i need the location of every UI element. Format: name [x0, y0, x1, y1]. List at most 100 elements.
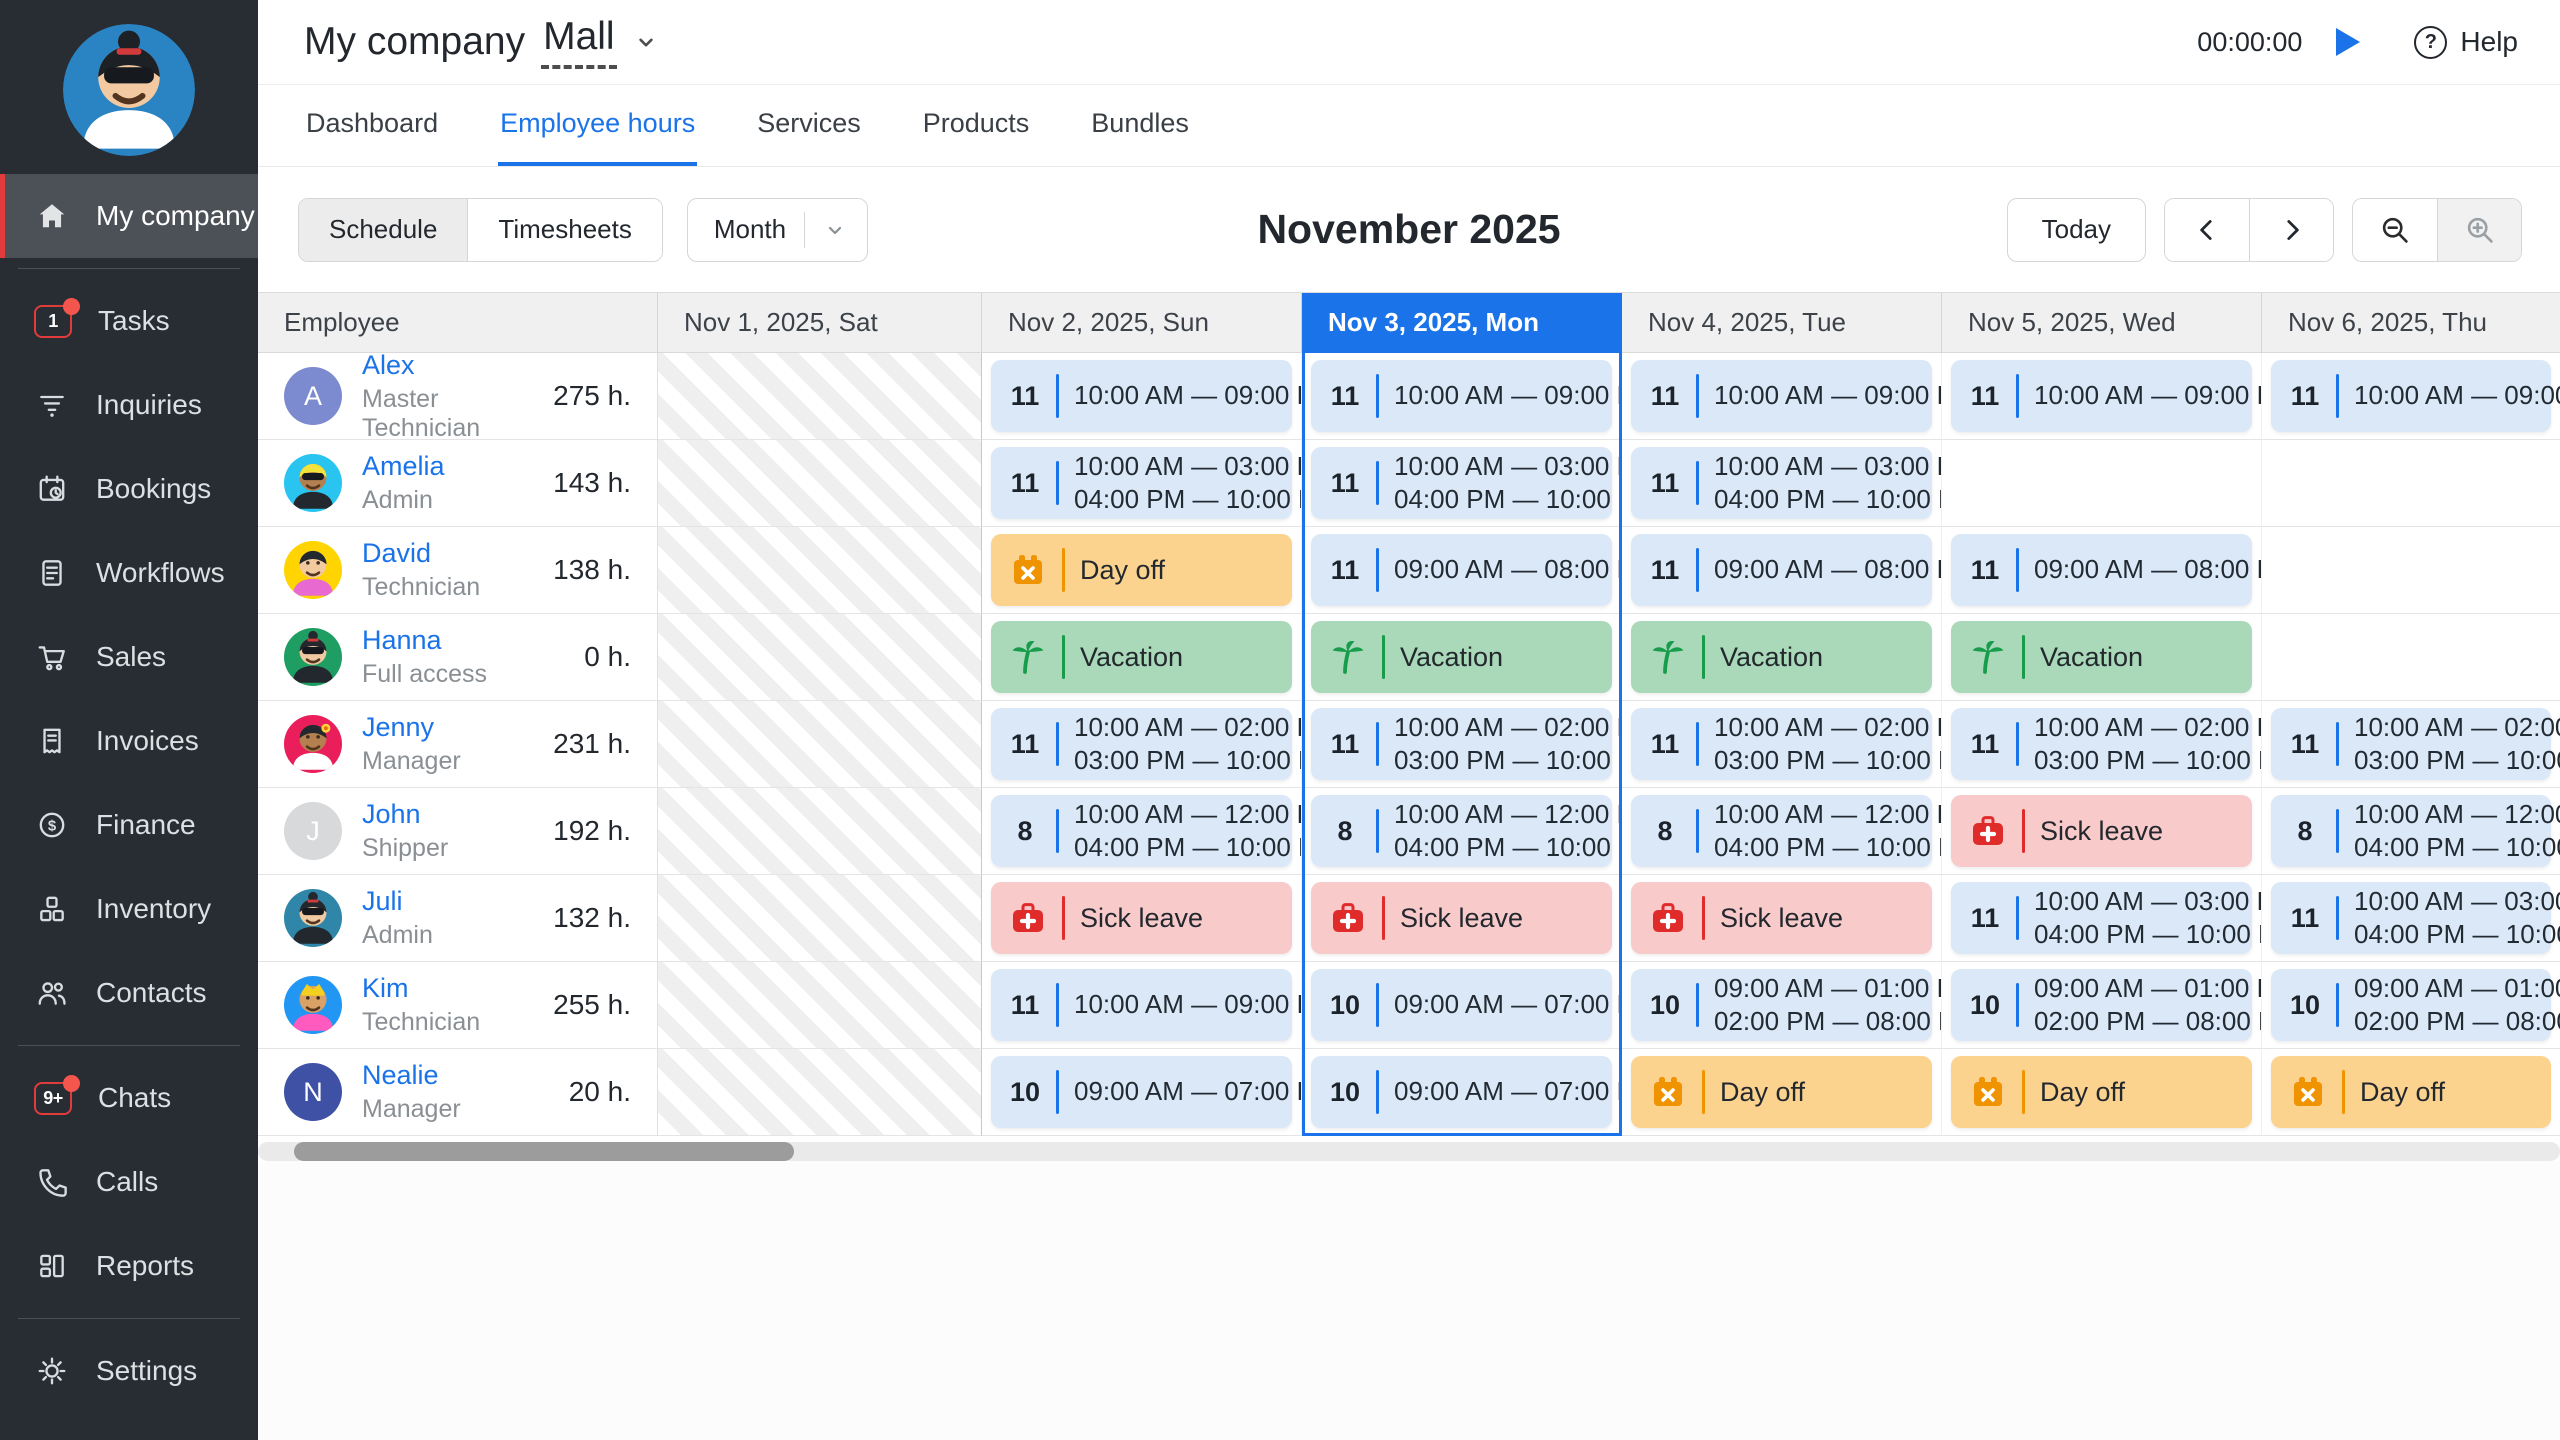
employee-name-link[interactable]: Alex — [362, 353, 533, 381]
sick-pill[interactable]: Sick leave — [1631, 882, 1932, 954]
sick-pill[interactable]: Sick leave — [1951, 795, 2252, 867]
schedule-cell[interactable]: 1110:00 AM — 02:00 PM03:00 PM — 10:00 PM — [2262, 701, 2560, 788]
sidebar-item-bookings[interactable]: Bookings — [0, 447, 258, 531]
tab-dashboard[interactable]: Dashboard — [304, 85, 440, 166]
period-select[interactable]: Month — [687, 198, 868, 262]
sidebar-item-contacts[interactable]: Contacts — [0, 951, 258, 1035]
schedule-cell[interactable]: Vacation — [1942, 614, 2262, 701]
schedule-cell[interactable]: Vacation — [1302, 614, 1622, 701]
tab-bundles[interactable]: Bundles — [1089, 85, 1191, 166]
sidebar-item-workflows[interactable]: Workflows — [0, 531, 258, 615]
next-period-button[interactable] — [2249, 199, 2333, 261]
shift-pill[interactable]: 1110:00 AM — 09:00 PM — [991, 360, 1292, 432]
column-header-day[interactable]: Nov 4, 2025, Tue — [1622, 293, 1942, 353]
sidebar-item-inventory[interactable]: Inventory — [0, 867, 258, 951]
employee-name-link[interactable]: Kim — [362, 973, 480, 1004]
schedule-cell[interactable]: Day off — [2262, 1049, 2560, 1136]
employee-name-link[interactable]: Jenny — [362, 712, 461, 743]
schedule-cell[interactable]: Sick leave — [1622, 875, 1942, 962]
view-segment-schedule[interactable]: Schedule — [299, 199, 467, 261]
shift-pill[interactable]: 810:00 AM — 12:00 PM04:00 PM — 10:00 PM — [1631, 795, 1932, 867]
schedule-cell[interactable]: 810:00 AM — 12:00 PM04:00 PM — 10:00 PM — [2262, 788, 2560, 875]
shift-pill[interactable]: 1110:00 AM — 02:00 PM03:00 PM — 10:00 PM — [2271, 708, 2551, 780]
schedule-cell[interactable]: Sick leave — [1942, 788, 2262, 875]
employee-name-link[interactable]: David — [362, 538, 480, 569]
vacation-pill[interactable]: Vacation — [991, 621, 1292, 693]
zoom-out-button[interactable] — [2353, 199, 2437, 261]
shift-pill[interactable]: 1110:00 AM — 03:00 PM04:00 PM — 10:00 PM — [991, 447, 1292, 519]
schedule-cell[interactable]: 1110:00 AM — 09:00 PM — [982, 962, 1302, 1049]
shift-pill[interactable]: 810:00 AM — 12:00 PM04:00 PM — 10:00 PM — [2271, 795, 2551, 867]
column-header-day[interactable]: Nov 1, 2025, Sat — [658, 293, 982, 353]
employee-name-link[interactable]: Juli — [362, 886, 433, 917]
shift-pill[interactable]: 1009:00 AM — 01:00 PM02:00 PM — 08:00 PM — [2271, 969, 2551, 1041]
sidebar-item-calls[interactable]: Calls — [0, 1140, 258, 1224]
schedule-cell[interactable]: 1110:00 AM — 03:00 PM04:00 PM — 10:00 PM — [982, 440, 1302, 527]
schedule-cell[interactable]: 1109:00 AM — 08:00 PM — [1942, 527, 2262, 614]
shift-pill[interactable]: 1109:00 AM — 08:00 PM — [1311, 534, 1612, 606]
shift-pill[interactable]: 1009:00 AM — 07:00 PM — [1311, 969, 1612, 1041]
workspace-switcher[interactable]: My company Mall — [304, 15, 659, 69]
schedule-cell[interactable]: 1109:00 AM — 08:00 PM — [1302, 527, 1622, 614]
schedule-cell[interactable]: 1110:00 AM — 02:00 PM03:00 PM — 10:00 PM — [1302, 701, 1622, 788]
shift-pill[interactable]: 1110:00 AM — 09:00 PM — [2271, 360, 2551, 432]
schedule-cell[interactable]: 1110:00 AM — 02:00 PM03:00 PM — 10:00 PM — [1942, 701, 2262, 788]
shift-pill[interactable]: 1110:00 AM — 03:00 PM04:00 PM — 10:00 PM — [1951, 882, 2252, 954]
schedule-cell[interactable]: 1009:00 AM — 07:00 PM — [1302, 962, 1622, 1049]
schedule-cell[interactable]: 1110:00 AM — 02:00 PM03:00 PM — 10:00 PM — [982, 701, 1302, 788]
shift-pill[interactable]: 1109:00 AM — 08:00 PM — [1951, 534, 2252, 606]
shift-pill[interactable]: 1110:00 AM — 03:00 PM04:00 PM — 10:00 PM — [2271, 882, 2551, 954]
view-segment-timesheets[interactable]: Timesheets — [467, 199, 661, 261]
schedule-cell[interactable]: 1110:00 AM — 02:00 PM03:00 PM — 10:00 PM — [1622, 701, 1942, 788]
horizontal-scrollbar-thumb[interactable] — [294, 1142, 794, 1161]
schedule-cell[interactable]: 810:00 AM — 12:00 PM04:00 PM — 10:00 PM — [982, 788, 1302, 875]
tab-products[interactable]: Products — [921, 85, 1032, 166]
schedule-cell[interactable]: 1110:00 AM — 03:00 PM04:00 PM — 10:00 PM — [1942, 875, 2262, 962]
dayoff-pill[interactable]: Day off — [2271, 1056, 2551, 1128]
shift-pill[interactable]: 1110:00 AM — 09:00 PM — [1951, 360, 2252, 432]
shift-pill[interactable]: 1110:00 AM — 09:00 PM — [1311, 360, 1612, 432]
schedule-cell[interactable]: 1009:00 AM — 07:00 PM — [982, 1049, 1302, 1136]
schedule-cell[interactable]: 1009:00 AM — 01:00 PM02:00 PM — 08:00 PM — [2262, 962, 2560, 1049]
sidebar-item-settings[interactable]: Settings — [0, 1329, 258, 1413]
horizontal-scrollbar-track[interactable] — [258, 1142, 2560, 1161]
shift-pill[interactable]: 1109:00 AM — 08:00 PM — [1631, 534, 1932, 606]
shift-pill[interactable]: 1009:00 AM — 01:00 PM02:00 PM — 08:00 PM — [1631, 969, 1932, 1041]
tab-services[interactable]: Services — [755, 85, 863, 166]
schedule-cell[interactable]: 1009:00 AM — 01:00 PM02:00 PM — 08:00 PM — [1942, 962, 2262, 1049]
sidebar-item-inquiries[interactable]: Inquiries — [0, 363, 258, 447]
employee-name-link[interactable]: Hanna — [362, 625, 487, 656]
help-button[interactable]: ? Help — [2414, 26, 2518, 59]
schedule-cell[interactable]: 1110:00 AM — 03:00 PM04:00 PM — 10:00 PM — [1302, 440, 1622, 527]
schedule-cell[interactable]: Day off — [1622, 1049, 1942, 1136]
schedule-cell[interactable]: Sick leave — [982, 875, 1302, 962]
shift-pill[interactable]: 810:00 AM — 12:00 PM04:00 PM — 10:00 PM — [991, 795, 1292, 867]
shift-pill[interactable]: 1110:00 AM — 03:00 PM04:00 PM — 10:00 PM — [1631, 447, 1932, 519]
schedule-cell[interactable]: Sick leave — [1302, 875, 1622, 962]
dayoff-pill[interactable]: Day off — [991, 534, 1292, 606]
employee-name-link[interactable]: Amelia — [362, 451, 445, 482]
shift-pill[interactable]: 1110:00 AM — 02:00 PM03:00 PM — 10:00 PM — [1951, 708, 2252, 780]
schedule-cell[interactable]: 1110:00 AM — 03:00 PM04:00 PM — 10:00 PM — [2262, 875, 2560, 962]
shift-pill[interactable]: 1110:00 AM — 09:00 PM — [1631, 360, 1932, 432]
today-button[interactable]: Today — [2007, 198, 2146, 262]
schedule-cell[interactable]: Vacation — [982, 614, 1302, 701]
shift-pill[interactable]: 810:00 AM — 12:00 PM04:00 PM — 10:00 PM — [1311, 795, 1612, 867]
schedule-cell[interactable]: Day off — [982, 527, 1302, 614]
sidebar-item-chats[interactable]: 9+Chats — [0, 1056, 258, 1140]
sidebar-item-tasks[interactable]: 1Tasks — [0, 279, 258, 363]
sick-pill[interactable]: Sick leave — [1311, 882, 1612, 954]
vacation-pill[interactable]: Vacation — [1951, 621, 2252, 693]
shift-pill[interactable]: 1110:00 AM — 02:00 PM03:00 PM — 10:00 PM — [1631, 708, 1932, 780]
tab-employee-hours[interactable]: Employee hours — [498, 85, 697, 166]
sidebar-item-invoices[interactable]: Invoices — [0, 699, 258, 783]
schedule-cell[interactable]: 1110:00 AM — 09:00 PM — [2262, 353, 2560, 440]
shift-pill[interactable]: 1009:00 AM — 07:00 PM — [1311, 1056, 1612, 1128]
column-header-day[interactable]: Nov 6, 2025, Thu — [2262, 293, 2560, 353]
shift-pill[interactable]: 1009:00 AM — 01:00 PM02:00 PM — 08:00 PM — [1951, 969, 2252, 1041]
sidebar-item-my-company[interactable]: My company — [0, 174, 258, 258]
schedule-cell[interactable]: 1110:00 AM — 03:00 PM04:00 PM — 10:00 PM — [1622, 440, 1942, 527]
employee-name-link[interactable]: John — [362, 799, 448, 830]
shift-pill[interactable]: 1110:00 AM — 09:00 PM — [991, 969, 1292, 1041]
shift-pill[interactable]: 1110:00 AM — 02:00 PM03:00 PM — 10:00 PM — [1311, 708, 1612, 780]
